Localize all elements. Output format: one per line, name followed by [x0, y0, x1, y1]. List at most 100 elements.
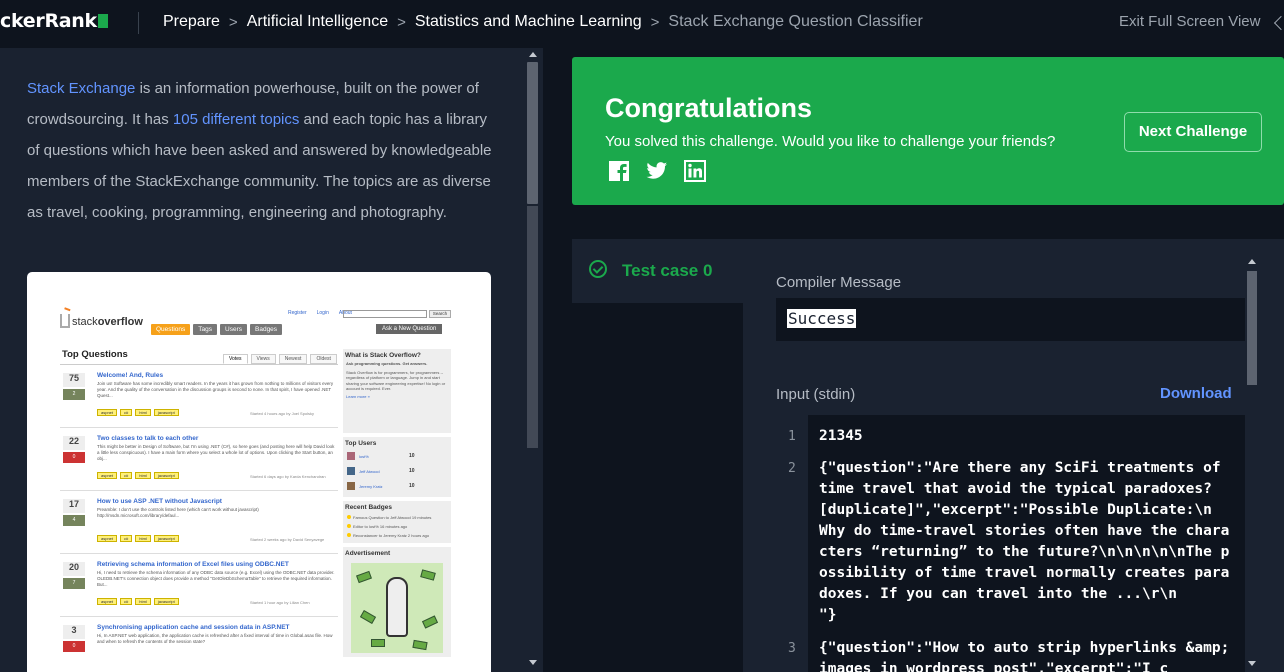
- so-advertisement: Advertisement: [343, 547, 451, 657]
- test-case-output: Compiler Message Success Input (stdin) D…: [743, 239, 1284, 672]
- tag: html: [135, 598, 151, 605]
- facebook-icon[interactable]: [608, 160, 630, 182]
- so-question-row: 22 0 answers Two classes to talk to each o…: [60, 428, 338, 491]
- question-meta: Started 2 weeks ago by David Senyavege: [250, 537, 325, 542]
- problem-description: Stack Exchange is an information powerho…: [27, 80, 492, 221]
- congratulations-banner: Congratulations You solved this challeng…: [572, 57, 1284, 205]
- question-title: How to use ASP .NET without Javascript: [97, 498, 222, 505]
- so-badges-box: Recent Badges Famous Question to Jeff At…: [343, 501, 451, 543]
- so-tab: Oldest: [310, 354, 337, 364]
- breadcrumb-current-challenge: Stack Exchange Question Classifier: [668, 13, 923, 30]
- scroll-down-arrow-icon[interactable]: [1248, 661, 1256, 666]
- scroll-up-arrow-icon[interactable]: [1248, 259, 1256, 264]
- social-share-links: [608, 160, 706, 182]
- so-nav-item: Badges: [250, 324, 283, 335]
- so-question-row: 3 0 answers Synchronising application cach…: [60, 617, 338, 672]
- tag: c#: [120, 598, 133, 605]
- next-challenge-button[interactable]: Next Challenge: [1124, 112, 1262, 152]
- test-case-list: Test case 0: [572, 239, 743, 672]
- input-code-viewer[interactable]: 1 21345 2 {"question":"Are there any Sci…: [776, 415, 1246, 672]
- tag: c#: [120, 535, 133, 542]
- tag: html: [135, 472, 151, 479]
- linkedin-icon[interactable]: [684, 160, 706, 182]
- results-pane: Congratulations You solved this challeng…: [558, 48, 1284, 672]
- chevron-right-icon: >: [228, 13, 238, 31]
- tag: c#: [120, 472, 133, 479]
- scroll-down-arrow-icon[interactable]: [529, 660, 537, 665]
- scroll-up-arrow-icon[interactable]: [529, 52, 537, 57]
- question-meta: Started 4 hours ago by Joel Spolsky: [250, 411, 315, 416]
- tag-list: aspnet c# html javascript: [97, 409, 179, 416]
- so-question-list: 75 2 answers Welcome! And, Rules Join us! S…: [60, 364, 338, 672]
- tag: aspnet: [97, 472, 118, 479]
- output-scrollbar[interactable]: [1245, 255, 1259, 672]
- breadcrumb-statistics-ml[interactable]: Statistics and Machine Learning: [415, 13, 642, 31]
- scrollbar-thumb[interactable]: [1247, 271, 1257, 385]
- so-about-box: What is Stack Overflow? Ask programming …: [343, 349, 451, 433]
- tag: javascript: [153, 409, 179, 416]
- vote-count: 3: [63, 625, 85, 639]
- line-text: {"question":"Are there any SciFi treatme…: [819, 460, 1246, 623]
- vote-count: 75: [63, 373, 85, 387]
- test-results-panel: Test case 0 Compiler Message Success Inp…: [572, 239, 1284, 672]
- stack-exchange-link[interactable]: Stack Exchange: [27, 80, 135, 97]
- line-text: {"question":"How to auto strip hyperlink…: [819, 640, 1239, 672]
- so-question-row: 75 2 answers Welcome! And, Rules Join us! S…: [60, 365, 338, 428]
- test-case-label: Test case 0: [622, 261, 713, 280]
- question-title: Two classes to talk to each other: [97, 435, 199, 442]
- congratulations-subtitle: You solved this challenge. Would you lik…: [605, 133, 1056, 150]
- chevron-right-icon: >: [397, 13, 406, 31]
- breadcrumb-prepare[interactable]: Prepare: [163, 13, 220, 31]
- compiler-message-value: Success: [787, 309, 857, 328]
- compiler-message-box: Success: [776, 298, 1246, 341]
- vote-count: 22: [63, 436, 85, 450]
- so-link: Register: [288, 310, 307, 316]
- header-divider: [138, 12, 139, 34]
- scrollbar-thumb[interactable]: [527, 62, 538, 204]
- exit-full-screen-icon[interactable]: [1273, 15, 1284, 31]
- exit-full-screen-button[interactable]: Exit Full Screen View: [1119, 13, 1260, 30]
- tag: javascript: [153, 472, 179, 479]
- so-nav-item: Questions: [151, 324, 191, 335]
- question-title: Retrieving schema information of Excel f…: [97, 561, 289, 568]
- topics-link[interactable]: 105 different topics: [173, 111, 299, 128]
- tag-list: aspnet c# html javascript: [97, 472, 179, 479]
- so-question-row: 20 7 answers Retrieving schema information…: [60, 554, 338, 617]
- tag: aspnet: [97, 598, 118, 605]
- test-case-0-tab[interactable]: Test case 0: [572, 239, 743, 303]
- vote-count: 20: [63, 562, 85, 576]
- problem-scrollbar[interactable]: [523, 48, 543, 672]
- so-tab: Newest: [278, 354, 308, 364]
- tag: javascript: [153, 535, 179, 542]
- so-question-row: 17 4 answers How to use ASP .NET without J…: [60, 491, 338, 554]
- so-tab: Votes: [223, 354, 248, 364]
- line-number: 3: [788, 641, 796, 656]
- tag-list: aspnet c# html javascript: [97, 598, 179, 605]
- line-text: 21345: [819, 428, 863, 444]
- answer-count: 0 answers: [63, 641, 85, 660]
- compiler-message-label: Compiler Message: [776, 274, 902, 291]
- stackoverflow-screenshot: stackoverflow Register Login About Searc…: [27, 272, 491, 672]
- answer-count: 0 answers: [63, 452, 85, 471]
- so-top-users-box: Top Users lost% 10 Jeff Atwood 10 Jeremy K…: [343, 437, 451, 497]
- hackerrank-logo[interactable]: ckerRank: [0, 10, 108, 32]
- tag: html: [135, 409, 151, 416]
- breadcrumb: Prepare > Artificial Intelligence > Stat…: [163, 13, 923, 31]
- question-title: Synchronising application cache and sess…: [97, 624, 290, 631]
- so-tab: Views: [250, 354, 276, 364]
- breadcrumb-artificial-intelligence[interactable]: Artificial Intelligence: [247, 13, 388, 31]
- question-excerpt: Preamble: I don't use the controls liste…: [97, 507, 259, 518]
- twitter-icon[interactable]: [646, 160, 668, 182]
- answer-count: 2 answers: [63, 389, 85, 408]
- question-excerpt: Hi, I need to retrieve the schema inform…: [97, 570, 335, 587]
- question-meta: Started 6 days ago by Karda Kenchandran: [250, 474, 326, 479]
- line-number: 2: [788, 461, 796, 476]
- so-sidebar: What is Stack Overflow? Ask programming …: [343, 349, 451, 661]
- so-search-button: Search: [429, 310, 451, 318]
- tag-list: aspnet c# html javascript: [97, 535, 179, 542]
- top-bar: ckerRank Prepare > Artificial Intelligen…: [0, 0, 1284, 48]
- ad-cartoon-image: [351, 563, 443, 653]
- download-input-link[interactable]: Download: [1160, 385, 1232, 402]
- tag: aspnet: [97, 409, 118, 416]
- question-excerpt: Join us! Software has some incredibly sm…: [97, 381, 334, 398]
